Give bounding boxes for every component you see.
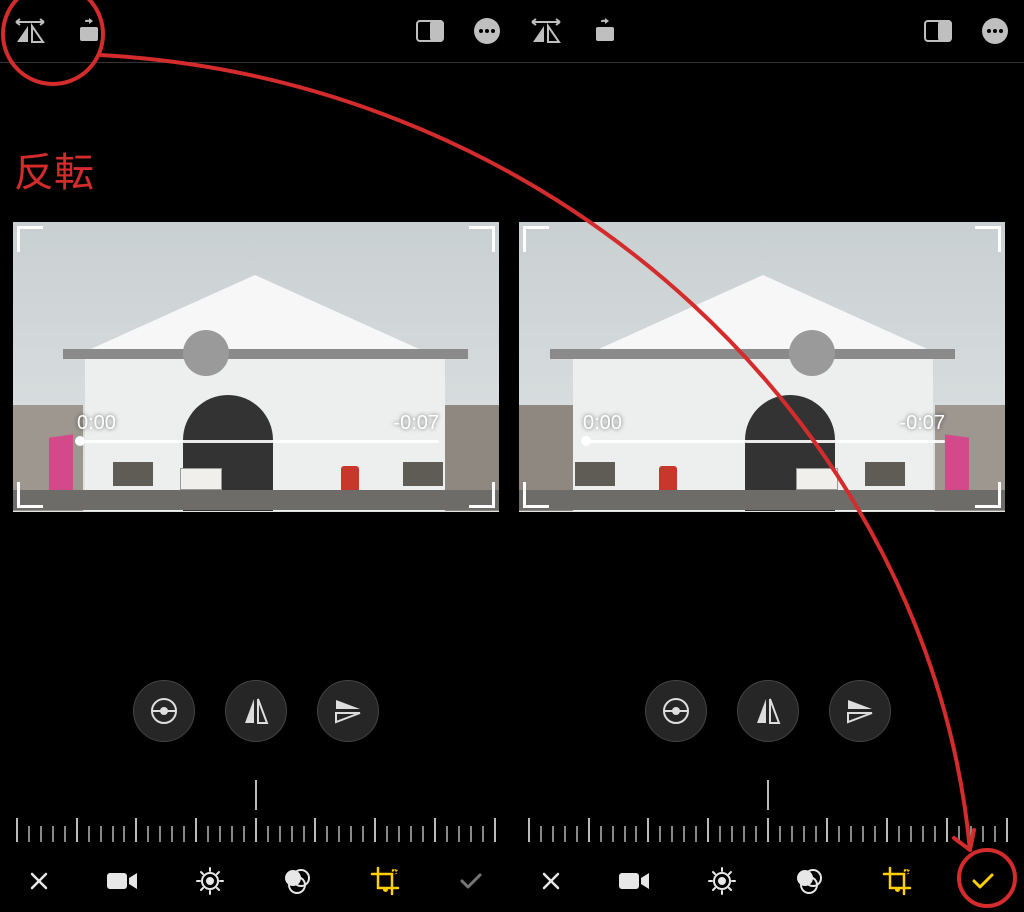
preview-area: 0:00 -0:07 0:00 -0:07	[13, 222, 1011, 512]
ruler-pointer	[767, 780, 769, 810]
time-start: 0:00	[583, 412, 622, 435]
adjust-buttons-left	[0, 680, 512, 742]
confirm-button[interactable]	[971, 872, 995, 890]
ruler-right[interactable]	[512, 780, 1024, 842]
cancel-button[interactable]	[541, 871, 561, 891]
bottom-left	[0, 850, 512, 912]
preview-left[interactable]: 0:00 -0:07	[13, 222, 499, 512]
time-end: -0:07	[899, 412, 945, 435]
flip-horizontal-icon[interactable]	[14, 18, 46, 44]
scrubber-knob[interactable]	[75, 436, 85, 446]
top-toolbar	[0, 0, 1024, 63]
annotation-label: 反転	[14, 140, 94, 198]
more-icon[interactable]	[474, 18, 500, 44]
rotate-icon[interactable]	[592, 17, 620, 45]
flip-vertical-icon[interactable]	[737, 680, 799, 742]
flip-vertical-icon[interactable]	[225, 680, 287, 742]
ruler-left[interactable]	[0, 780, 512, 842]
adjust-button[interactable]	[196, 867, 224, 895]
bottom-toolbar	[0, 850, 1024, 912]
cancel-button[interactable]	[29, 871, 49, 891]
aspect-icon[interactable]	[416, 20, 444, 42]
adjust-buttons-right	[512, 680, 1024, 742]
scrubber-track[interactable]	[583, 440, 945, 443]
filters-button[interactable]	[282, 867, 312, 895]
flip-horizontal-small-icon[interactable]	[317, 680, 379, 742]
scrubber-track[interactable]	[77, 440, 439, 443]
crop-button[interactable]	[882, 866, 912, 896]
time-start: 0:00	[77, 412, 116, 435]
straighten-icon[interactable]	[133, 680, 195, 742]
crop-button[interactable]	[370, 866, 400, 896]
straighten-icon[interactable]	[645, 680, 707, 742]
preview-right[interactable]: 0:00 -0:07	[519, 222, 1005, 512]
more-icon[interactable]	[982, 18, 1008, 44]
scrubber-knob[interactable]	[581, 436, 591, 446]
ruler-pointer	[255, 780, 257, 810]
rotate-icon[interactable]	[76, 17, 104, 45]
time-end: -0:07	[393, 412, 439, 435]
adjust-button[interactable]	[708, 867, 736, 895]
confirm-button[interactable]	[459, 872, 483, 890]
flip-horizontal-icon[interactable]	[530, 18, 562, 44]
aspect-icon[interactable]	[924, 20, 952, 42]
bottom-right	[512, 850, 1024, 912]
video-button[interactable]	[107, 871, 137, 891]
filters-button[interactable]	[794, 867, 824, 895]
flip-horizontal-small-icon[interactable]	[829, 680, 891, 742]
video-button[interactable]	[619, 871, 649, 891]
